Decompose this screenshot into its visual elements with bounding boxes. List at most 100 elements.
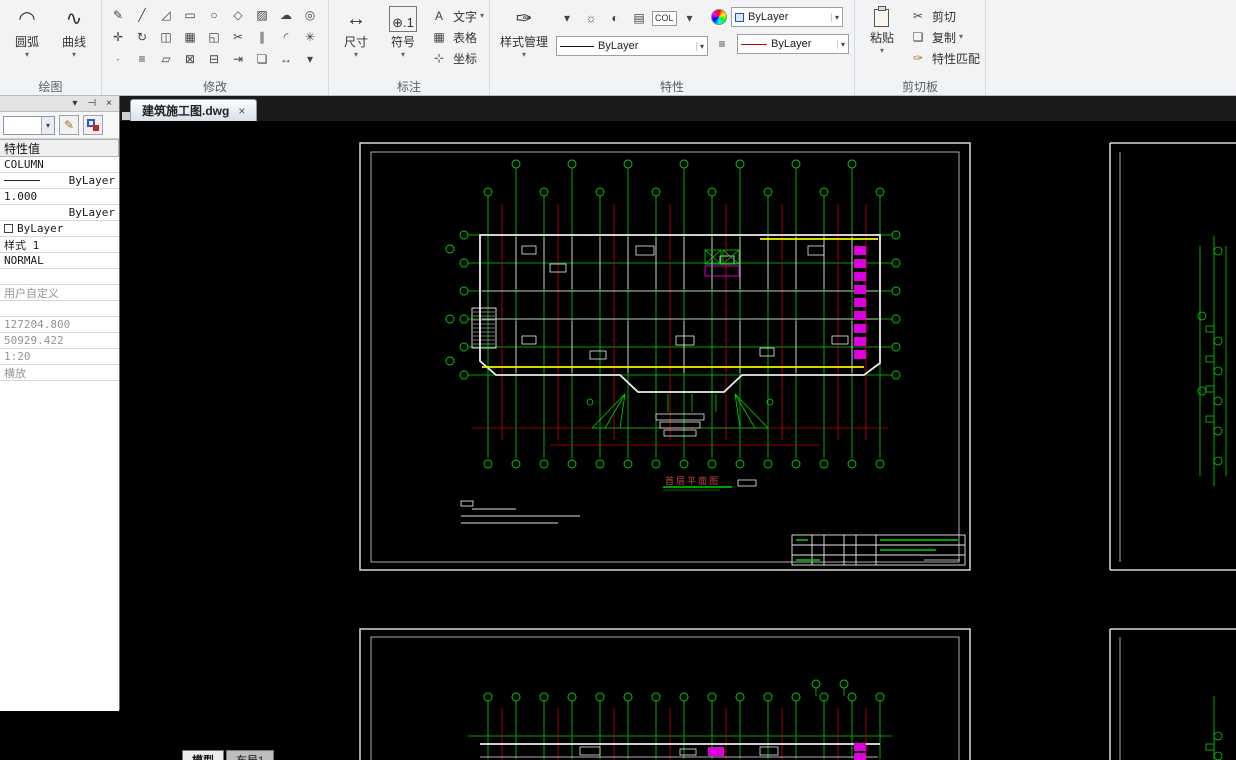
chevron-down-icon[interactable]: ▾ — [299, 49, 321, 69]
point-icon[interactable]: ∙ — [107, 49, 129, 69]
plot-style-icon[interactable]: ▤ — [628, 8, 650, 28]
sheet2-building-partial — [480, 743, 880, 758]
text-button[interactable]: A 文字 ▾ — [428, 7, 484, 25]
property-row[interactable]: NORMAL — [0, 253, 119, 269]
explode-icon[interactable]: ✳ — [299, 27, 321, 47]
chevron-down-icon[interactable]: ▾ — [679, 8, 701, 28]
curve-button-label: 曲线 — [61, 35, 86, 49]
copy-button[interactable]: ❏ 复制 ▾ — [907, 28, 980, 46]
hatch-icon[interactable]: ▨ — [251, 5, 273, 25]
property-value: ByLayer — [68, 206, 115, 219]
match-properties-button[interactable]: ✑ 特性匹配 — [907, 49, 980, 67]
contrast-icon[interactable]: ◐ — [604, 8, 626, 28]
curve-button[interactable]: ∿ 曲线 ▾ — [52, 3, 96, 73]
layer-dropdown[interactable]: ByLayer ▾ — [731, 7, 844, 27]
sheet2-magenta-blocks — [708, 743, 866, 760]
coordinate-button[interactable]: ⊹ 坐标 — [428, 49, 484, 67]
fillet-icon[interactable]: ◜ — [275, 27, 297, 47]
break-icon[interactable]: ⊟ — [203, 49, 225, 69]
linetype-sample — [560, 45, 595, 47]
sheet2-border — [359, 628, 971, 760]
cad-drawing[interactable]: 首层平面图 — [120, 96, 1236, 760]
tab-layout1-label: 布局1 — [236, 752, 264, 760]
cut-button[interactable]: ✂ 剪切 — [907, 7, 980, 25]
brightness-icon[interactable]: ☼ — [580, 8, 602, 28]
rotate-icon[interactable]: ↻ — [131, 27, 153, 47]
chevron-down-icon[interactable]: ▾ — [556, 8, 578, 28]
property-row[interactable]: ByLayer — [0, 205, 119, 221]
array-icon[interactable]: ▦ — [179, 27, 201, 47]
drawing-canvas[interactable]: 首层平面图 建筑施工图.dwg × — [120, 96, 1236, 760]
property-row[interactable]: 50929.422 — [0, 333, 119, 349]
color-value: ByLayer — [771, 38, 812, 50]
sheet1-title-group: 首层平面图 — [663, 475, 757, 491]
linetype-dropdown[interactable]: ByLayer ▾ — [556, 36, 709, 56]
color-sample — [741, 43, 768, 45]
move-icon[interactable]: ✛ — [107, 27, 129, 47]
mirror-icon[interactable]: ◫ — [155, 27, 177, 47]
color-box[interactable]: COL — [652, 10, 677, 26]
coordinate-icon: ⊹ — [433, 51, 445, 65]
line-icon[interactable]: ╱ — [131, 5, 153, 25]
arc-button[interactable]: ◠ 圆弧 ▾ — [5, 3, 49, 73]
document-tab[interactable]: 建筑施工图.dwg × — [130, 99, 258, 121]
sheet1-axis-red — [472, 204, 888, 446]
revision-cloud-icon[interactable]: ☁ — [275, 5, 297, 25]
offset-icon[interactable]: ∥ — [251, 27, 273, 47]
style-manager-button[interactable]: ✑ 样式管理 ▾ — [495, 3, 553, 73]
table-button[interactable]: ▦ 表格 — [428, 28, 484, 46]
property-row[interactable]: ByLayer — [0, 173, 119, 189]
pencil-icon[interactable]: ✎ — [107, 5, 129, 25]
property-row[interactable]: 1:20 — [0, 349, 119, 365]
scale-icon[interactable]: ◱ — [203, 27, 225, 47]
spray-icon[interactable]: ▱ — [155, 49, 177, 69]
rectangle-icon[interactable]: ▭ — [179, 5, 201, 25]
circle-icon[interactable]: ○ — [203, 5, 225, 25]
property-value: ByLayer — [68, 174, 115, 187]
stretch-icon[interactable]: ⇥ — [227, 49, 249, 69]
tab-model[interactable]: 模型 — [182, 750, 224, 760]
chevron-down-icon: ▾ — [831, 12, 839, 22]
copy-object-icon[interactable]: ❏ — [251, 49, 273, 69]
color-dropdown[interactable]: ByLayer ▾ — [737, 34, 850, 54]
lineweight-icon[interactable]: ≡ — [711, 34, 733, 54]
paste-button[interactable]: 粘贴 ▾ — [860, 3, 904, 73]
match-brush-icon: ✎ — [63, 118, 75, 132]
property-row[interactable]: 样式 1 — [0, 237, 119, 253]
document-tab-strip: 建筑施工图.dwg × — [120, 96, 1236, 121]
erase-icon[interactable]: ⊠ — [179, 49, 201, 69]
property-value: ByLayer — [17, 222, 64, 235]
chevron-down-icon[interactable]: ▾ — [72, 98, 77, 109]
symbol-button[interactable]: ⊕.1 符号 ▾ — [381, 3, 425, 73]
selection-dropdown[interactable]: ▾ — [3, 115, 55, 135]
drawing-title-text: 首层平面图 — [665, 475, 720, 486]
property-section: 用户自定义 — [0, 285, 119, 301]
chevron-down-icon: ▾ — [522, 50, 527, 59]
measure-icon[interactable]: ↔ — [275, 49, 297, 69]
property-row[interactable]: COLUMN — [0, 157, 119, 173]
pin-icon[interactable]: ⊣ — [87, 98, 96, 109]
style-manager-label: 样式管理 — [500, 35, 549, 49]
close-icon[interactable]: × — [106, 98, 112, 109]
tab-layout1[interactable]: 布局1 — [226, 750, 275, 760]
polygon-icon[interactable]: ◇ — [227, 5, 249, 25]
property-value: COLUMN — [4, 158, 44, 171]
sheet2-axis-bubbles — [483, 679, 885, 702]
property-row[interactable]: 127204.800 — [0, 317, 119, 333]
property-row[interactable]: ByLayer — [0, 221, 119, 237]
trim-icon[interactable]: ✂ — [227, 27, 249, 47]
symbol-icon: ⊕.1 — [389, 6, 417, 32]
close-icon[interactable]: × — [238, 104, 245, 118]
donut-icon[interactable]: ◎ — [299, 5, 321, 25]
property-row[interactable]: 1.000 — [0, 189, 119, 205]
quick-select-button[interactable] — [83, 115, 103, 135]
property-row[interactable]: 横放 — [0, 365, 119, 381]
match-properties-tool-button[interactable]: ✎ — [59, 115, 79, 135]
dimension-button[interactable]: ↔ 尺寸 ▾ — [334, 3, 378, 73]
copy-button-label: 复制 — [932, 30, 957, 45]
polyline-icon[interactable]: ◿ — [155, 5, 177, 25]
color-wheel-icon[interactable] — [711, 9, 728, 25]
property-value: 127204.800 — [4, 318, 71, 331]
multiline-icon[interactable]: ≡ — [131, 49, 153, 69]
color-swatch — [4, 224, 13, 233]
